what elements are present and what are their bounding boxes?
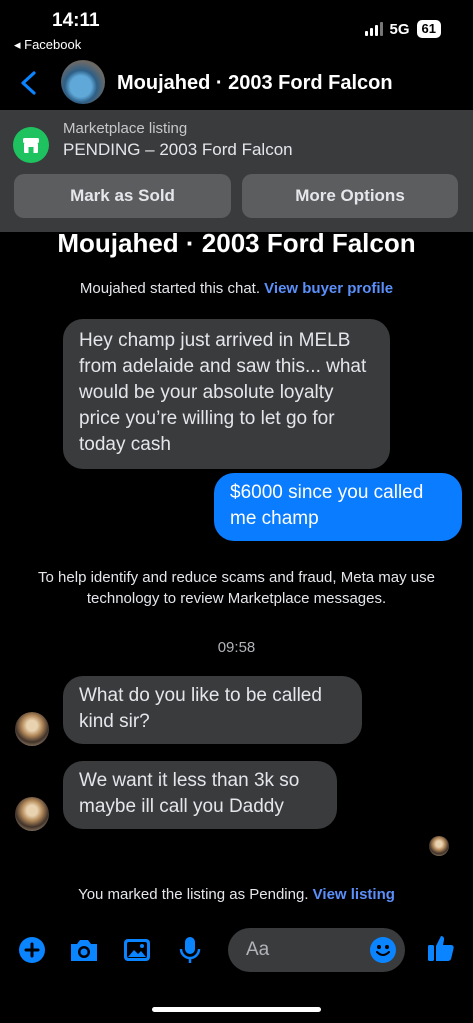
chat-header: Moujahed · 2003 Ford Falcon: [0, 58, 473, 110]
chat-started-info: Moujahed started this chat. View buyer p…: [0, 280, 473, 297]
listing-subtitle: Marketplace listing: [63, 120, 188, 137]
camera-icon[interactable]: [68, 934, 100, 966]
message-timestamp: 09:58: [217, 639, 256, 656]
home-indicator[interactable]: [152, 1007, 321, 1012]
status-indicators: 5G 61: [364, 20, 441, 38]
emoji-icon[interactable]: [369, 936, 397, 964]
message-incoming[interactable]: What do you like to be called kind sir?: [63, 676, 362, 744]
sender-avatar[interactable]: [15, 797, 49, 831]
network-type: 5G: [389, 20, 410, 38]
message-input-placeholder: Aa: [246, 939, 270, 960]
marketplace-store-icon: [13, 127, 49, 163]
more-options-button[interactable]: More Options: [242, 174, 458, 218]
header-title[interactable]: Moujahed · 2003 Ford Falcon: [117, 72, 393, 95]
mark-as-sold-button[interactable]: Mark as Sold: [14, 174, 231, 218]
safety-notice: To help identify and reduce scams and fr…: [38, 569, 435, 607]
back-to-facebook[interactable]: ◂ Facebook: [14, 37, 81, 53]
plus-icon[interactable]: [16, 934, 48, 966]
back-chevron-icon[interactable]: [18, 70, 40, 96]
message-incoming[interactable]: Hey champ just arrived in MELB from adel…: [63, 319, 390, 469]
listing-avatar[interactable]: [61, 60, 105, 104]
view-listing-link[interactable]: View listing: [313, 886, 395, 903]
pending-status-note: You marked the listing as Pending. View …: [0, 886, 473, 903]
message-input[interactable]: Aa: [228, 928, 405, 972]
conversation-title: Moujahed · 2003 Ford Falcon: [57, 228, 416, 258]
status-time: 14:11: [52, 10, 100, 31]
image-icon[interactable]: [121, 934, 153, 966]
microphone-icon[interactable]: [174, 934, 206, 966]
signal-icon: [364, 22, 383, 36]
pending-note-text: You marked the listing as Pending.: [78, 886, 309, 903]
battery-icon: 61: [416, 20, 441, 38]
view-buyer-profile-link[interactable]: View buyer profile: [264, 280, 393, 297]
sender-avatar[interactable]: [15, 712, 49, 746]
listing-status[interactable]: PENDING – 2003 Ford Falcon: [63, 140, 293, 160]
started-text: Moujahed started this chat.: [79, 280, 260, 297]
thumbs-up-icon[interactable]: [425, 932, 457, 964]
message-outgoing[interactable]: $6000 since you called me champ: [214, 473, 462, 541]
message-incoming[interactable]: We want it less than 3k so maybe ill cal…: [63, 761, 337, 829]
read-receipt-avatar: [429, 836, 449, 856]
marketplace-listing-banner: Marketplace listing PENDING – 2003 Ford …: [0, 110, 473, 232]
